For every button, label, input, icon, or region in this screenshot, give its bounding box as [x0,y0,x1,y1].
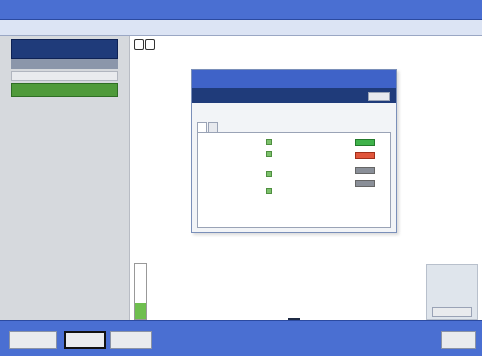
title-bar [0,0,482,20]
bottom-button-1[interactable] [9,331,57,349]
counter-panel [426,264,478,320]
level-bar [134,263,147,320]
forward-button[interactable] [145,39,155,50]
status-indicator-icon [266,151,272,157]
bottom-button-2[interactable] [64,331,106,349]
back-button[interactable] [134,39,144,50]
status-pill[interactable] [355,167,375,174]
menu-bar [0,20,482,36]
status-pill[interactable] [355,180,375,187]
tab-1[interactable] [197,122,207,132]
sidebar-header[interactable] [11,39,118,59]
status-indicator-icon [266,171,272,177]
status-button[interactable] [11,83,118,97]
status-dialog [191,69,397,233]
dialog-panel [197,132,391,228]
status-pill[interactable] [355,152,375,159]
counter-button[interactable] [432,307,472,317]
bottom-button-3[interactable] [110,331,152,349]
dialog-subheader [192,88,396,103]
nav-buttons [134,39,156,52]
dialog-title [192,70,396,88]
sidebar [0,36,130,320]
sidebar-value-field[interactable] [11,71,118,81]
status-indicator-icon [266,188,272,194]
tab-2[interactable] [208,122,218,132]
bottom-toolbar [0,320,482,356]
sidebar-subheader [11,59,118,69]
status-pill[interactable] [355,139,375,146]
status-indicator-icon [266,139,272,145]
bottom-button-4[interactable] [441,331,476,349]
dialog-close-button[interactable] [368,92,390,101]
level-bar-fill [135,302,146,319]
